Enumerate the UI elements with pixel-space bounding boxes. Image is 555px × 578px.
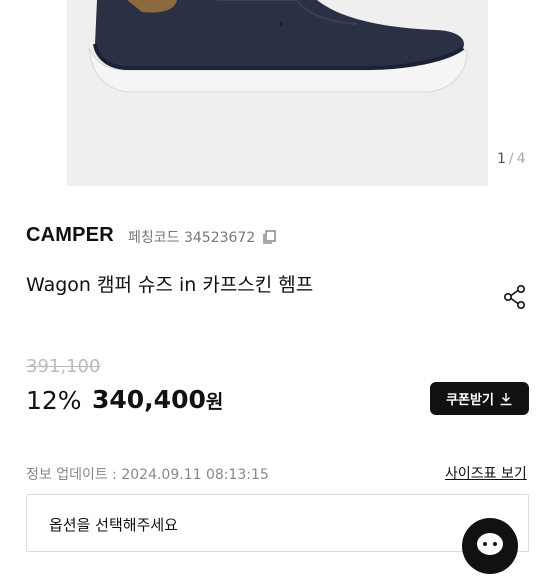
image-counter-current: 1 xyxy=(497,151,506,167)
product-code-text: 페칭코드 34523672 xyxy=(128,230,256,246)
option-placeholder: 옵션을 선택해주세요 xyxy=(49,516,178,534)
product-title: Wagon 캠퍼 슈즈 in 카프스킨 헴프 xyxy=(26,274,314,296)
product-image-gallery[interactable]: 1/4 xyxy=(67,0,526,186)
coupon-button-label: 쿠폰받기 xyxy=(446,393,494,408)
discount-rate: 12% xyxy=(26,386,82,415)
option-select[interactable]: 옵션을 선택해주세요 xyxy=(26,494,529,552)
image-counter-separator: / xyxy=(508,151,514,167)
image-counter-total: 4 xyxy=(516,151,526,167)
info-update-time: 정보 업데이트 : 2024.09.11 08:13:15 xyxy=(26,467,269,483)
sale-price: 340,400원 xyxy=(92,385,223,414)
coupon-download-button[interactable]: 쿠폰받기 xyxy=(430,382,529,415)
image-counter: 1/4 xyxy=(497,151,526,167)
chat-icon[interactable] xyxy=(462,518,518,574)
size-guide-link[interactable]: 사이즈표 보기 xyxy=(445,463,527,483)
currency-unit: 원 xyxy=(205,391,224,413)
share-icon[interactable] xyxy=(501,283,529,311)
copy-icon[interactable] xyxy=(261,229,277,245)
shoe-image xyxy=(88,0,468,93)
brand-name[interactable]: CAMPER xyxy=(26,224,114,247)
sale-price-value: 340,400 xyxy=(92,385,206,414)
download-icon xyxy=(500,392,512,405)
original-price: 391,100 xyxy=(26,356,101,377)
product-code: 페칭코드 34523672 xyxy=(128,227,277,247)
